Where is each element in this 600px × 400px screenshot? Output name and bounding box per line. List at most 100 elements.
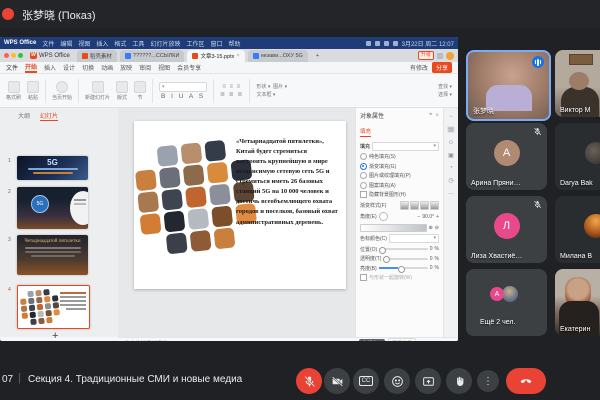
split-view-icon[interactable] xyxy=(437,53,443,59)
participant-tile-milana[interactable]: Милана В xyxy=(555,196,600,263)
position-slider[interactable] xyxy=(379,248,428,250)
present-button[interactable] xyxy=(415,368,441,394)
fill-preset-dropdown[interactable]: ▾ xyxy=(372,142,439,151)
mac-menu-format[interactable]: 格式 xyxy=(114,39,126,48)
participant-tile-ekaterina[interactable]: Екатерин xyxy=(555,269,600,336)
participant-tile-arina[interactable]: А Арина Пряни… xyxy=(466,123,547,190)
ribbon-tab-design[interactable]: 设计 xyxy=(63,63,75,72)
window-controls[interactable] xyxy=(4,49,23,62)
paragraph-controls[interactable]: ≡ ≡ ≡ ≣ ≣ ≣ xyxy=(220,84,243,98)
camera-button[interactable] xyxy=(324,368,350,394)
add-slide-button[interactable]: + xyxy=(52,330,58,341)
slide-thumbnail-2[interactable]: 5G xyxy=(17,187,88,229)
battery-icon[interactable] xyxy=(393,41,398,46)
format-painter-button[interactable]: 格式刷 xyxy=(6,81,21,101)
tab-slides[interactable]: 幻灯片 xyxy=(40,111,58,121)
slide-thumbnail-1[interactable]: 5G xyxy=(17,156,88,180)
rotate-with-shape[interactable]: 与形状一起旋转(W) xyxy=(360,274,439,281)
option-solid-fill[interactable]: 纯色填充(S) xyxy=(360,153,439,160)
ribbon-tab-view[interactable]: 视图 xyxy=(158,63,170,72)
mac-menu-tools[interactable]: 工具 xyxy=(132,39,144,48)
close-panel-icon[interactable]: × xyxy=(435,113,439,119)
participant-tile-darya[interactable]: Darya Bak xyxy=(555,123,600,190)
file-menu-button[interactable]: 文件 xyxy=(6,63,18,72)
wps-share-button[interactable]: 分享 xyxy=(432,62,452,73)
current-slide[interactable]: «Четырнадцатой пятилетки», Китай будет с… xyxy=(134,121,346,289)
doc-tab-1[interactable]: ??????...ССЫЛКИ xyxy=(120,50,185,62)
stop-color-dropdown[interactable]: ▾ xyxy=(389,234,439,243)
account-avatar[interactable] xyxy=(446,52,454,60)
reset-background-button[interactable]: 重置背景 xyxy=(388,338,416,341)
wps-home-tab[interactable]: W WPS Office xyxy=(26,49,74,62)
play-from-slide-button[interactable]: 当页开始 xyxy=(52,81,72,101)
font-controls[interactable]: ▾ B I U A S xyxy=(159,82,207,100)
paste-button[interactable]: 粘贴 xyxy=(27,81,39,101)
maximize-window-icon[interactable] xyxy=(18,53,23,58)
slide-canvas[interactable]: «Четырнадцатой пятилетки», Китай будет с… xyxy=(118,108,355,337)
mic-mute-button[interactable] xyxy=(296,368,322,394)
mac-menu-view[interactable]: 视图 xyxy=(78,39,90,48)
ribbon-tab-transition[interactable]: 切换 xyxy=(82,63,94,72)
shared-screen[interactable]: WPS Office 文件 编辑 视图 插入 格式 工具 幻灯片放映 工作区 窗… xyxy=(0,37,458,341)
properties-icon[interactable]: ▤ xyxy=(447,126,455,133)
ribbon-tab-insert[interactable]: 插入 xyxy=(44,63,56,72)
collapse-icon[interactable]: − xyxy=(449,114,453,120)
ribbon-tab-slideshow[interactable]: 放映 xyxy=(120,63,132,72)
section-button[interactable]: 节 xyxy=(134,81,146,101)
doc-tab-2-active[interactable]: 文章3-15.pptx × xyxy=(187,50,244,62)
slide-body-text[interactable]: «Четырнадцатой пятилетки», Китай будет с… xyxy=(236,137,338,228)
option-pattern-fill[interactable]: 图案填充(A) xyxy=(360,182,439,189)
mac-menu-file[interactable]: 文件 xyxy=(42,39,54,48)
close-window-icon[interactable] xyxy=(4,53,9,58)
animation-icon[interactable]: ▣ xyxy=(448,152,454,159)
more-options-button[interactable]: ⋮ xyxy=(477,370,499,392)
wifi-icon[interactable] xyxy=(375,41,380,46)
select-button[interactable]: 选择 ▾ xyxy=(438,91,452,98)
more-tools-icon[interactable]: … xyxy=(448,190,454,196)
ribbon-tab-animation[interactable]: 动画 xyxy=(101,63,113,72)
shapes-button[interactable]: 形状 ▾ 图片 ▾ xyxy=(256,83,287,90)
participant-tile-zhang[interactable]: 张梦晓 xyxy=(466,50,551,121)
pin-icon[interactable]: ⌖ xyxy=(429,112,432,119)
raise-hand-button[interactable] xyxy=(446,368,472,394)
option-picture-fill[interactable]: 图片或纹理填充(P) xyxy=(360,172,439,179)
participant-tile-others[interactable]: А Ещё 2 чел. xyxy=(466,269,547,336)
option-gradient-fill[interactable]: 渐变填充(G) xyxy=(360,163,439,170)
effects-icon[interactable]: ✩ xyxy=(448,139,453,146)
find-button[interactable]: 查找 ▾ xyxy=(438,83,452,90)
option-hide-background[interactable]: 隐藏背景图形(H) xyxy=(360,191,439,198)
store-tab[interactable]: 稻壳素材 xyxy=(77,50,117,62)
mac-menu-help[interactable]: 帮助 xyxy=(228,39,240,48)
search-icon[interactable] xyxy=(384,41,389,46)
history-icon[interactable]: ◷ xyxy=(448,177,453,184)
tab-outline[interactable]: 大纲 xyxy=(18,111,30,121)
mac-app-menu[interactable]: WPS Office xyxy=(4,40,36,46)
mac-menu-window[interactable]: 窗口 xyxy=(210,39,222,48)
gradient-stops-bar[interactable] xyxy=(360,224,427,232)
notes-bar[interactable]: 单击此处添加备注 xyxy=(118,337,355,341)
comment-icon[interactable]: ◔ xyxy=(449,165,453,171)
new-slide-button[interactable]: 新建幻灯片 xyxy=(85,81,110,101)
minimize-window-icon[interactable] xyxy=(11,53,16,58)
angle-minus[interactable]: − xyxy=(417,214,420,220)
slide-thumbnail-3[interactable]: Четырнадцатой пятилетки xyxy=(17,235,88,275)
mac-clock[interactable]: 3月22日 周二 12:07 xyxy=(402,39,454,48)
bold-italic-underline-buttons[interactable]: B I U A S xyxy=(161,93,205,100)
layout-button[interactable]: 版式 xyxy=(116,81,128,101)
transparency-slider[interactable] xyxy=(383,258,427,260)
new-tab-button[interactable]: + xyxy=(311,50,324,62)
gradient-style-options[interactable] xyxy=(400,201,439,210)
doc-tab-3[interactable]: незави...ОХУ 5G xyxy=(248,50,308,62)
mac-menu-insert[interactable]: 插入 xyxy=(96,39,108,48)
mac-menu-workspace[interactable]: 工作区 xyxy=(186,39,204,48)
slide-thumbnail-4-selected[interactable] xyxy=(17,285,90,329)
participant-tile-viktor[interactable]: Виктор М xyxy=(555,50,600,117)
ribbon-tab-review[interactable]: 审阅 xyxy=(139,63,151,72)
fill-tab[interactable]: 填充 xyxy=(360,127,371,137)
font-name-dropdown[interactable]: ▾ xyxy=(159,82,207,92)
upgrade-badge[interactable]: 升级 xyxy=(418,51,434,60)
mac-menu-slideshow[interactable]: 幻灯片放映 xyxy=(150,39,180,48)
textbox-button[interactable]: 文本框 ▾ xyxy=(256,91,275,98)
angle-value[interactable]: 90.0° xyxy=(422,214,434,220)
participant-tile-liza[interactable]: Л Лиза Хвастиё… xyxy=(466,196,547,263)
